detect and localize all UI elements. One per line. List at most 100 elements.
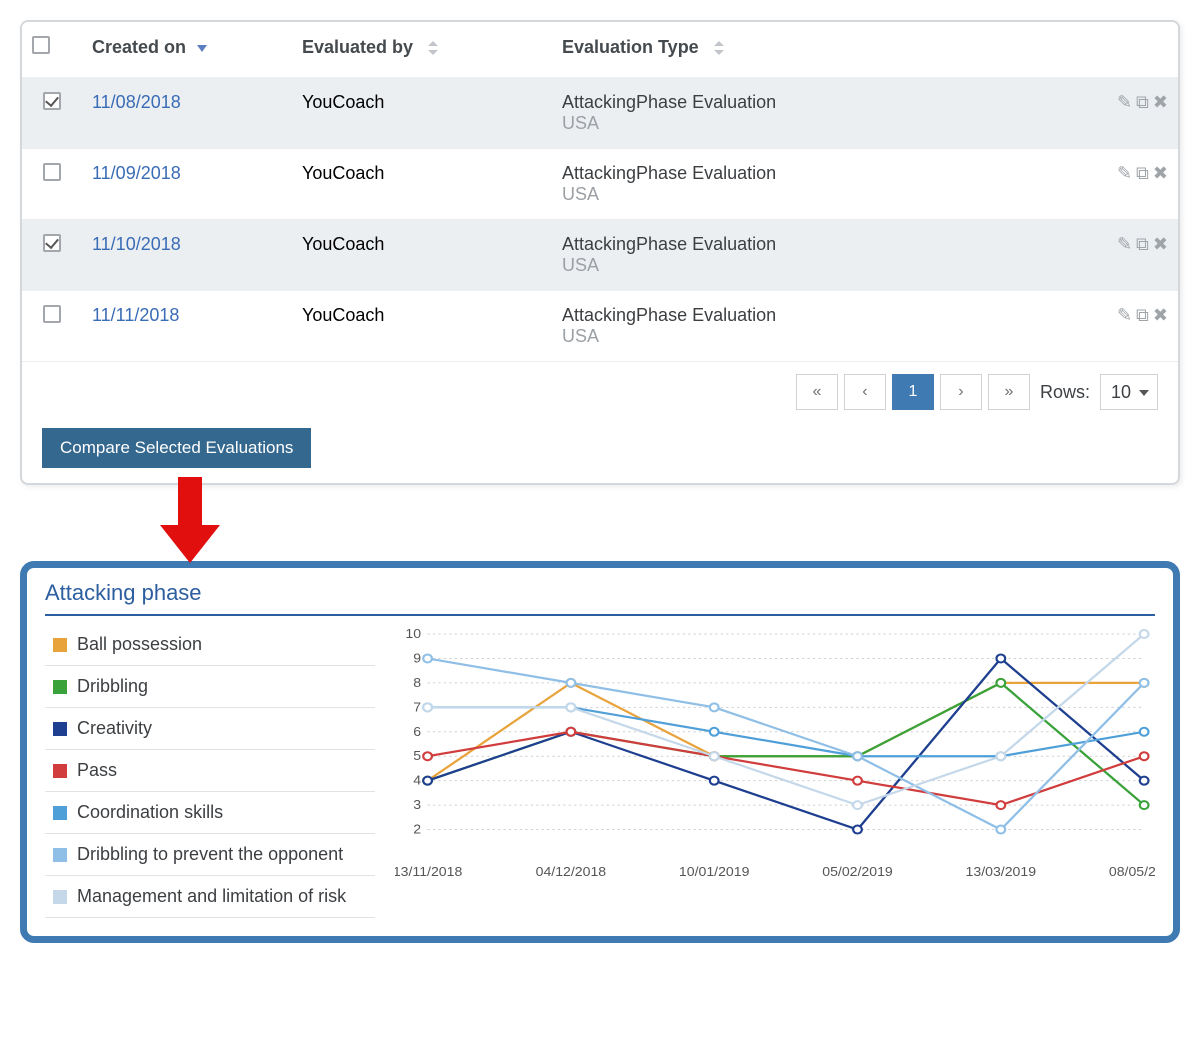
evaluated-by-value: YouCoach <box>302 305 384 325</box>
series-point <box>710 728 719 736</box>
table-row: 11/11/2018 YouCoach AttackingPhase Evaluat… <box>22 291 1178 362</box>
col-header-evaluated-by-label: Evaluated by <box>302 37 413 57</box>
row-checkbox[interactable] <box>43 234 61 252</box>
copy-icon[interactable]: ⧉ <box>1136 163 1149 184</box>
series-point <box>853 752 862 760</box>
evaluation-type-value: AttackingPhase Evaluation <box>562 305 1048 326</box>
svg-text:9: 9 <box>413 651 421 665</box>
delete-icon[interactable]: ✖ <box>1153 234 1168 255</box>
sort-both-icon <box>714 41 724 55</box>
series-point <box>1140 679 1149 687</box>
page-first-button[interactable]: « <box>796 374 838 410</box>
svg-text:04/12/2018: 04/12/2018 <box>536 865 607 879</box>
series-point <box>1140 728 1149 736</box>
created-on-link[interactable]: 11/09/2018 <box>92 163 181 183</box>
series-point <box>853 826 862 834</box>
rows-per-page-select[interactable]: 10 <box>1100 374 1158 410</box>
legend-swatch-icon <box>53 722 67 736</box>
delete-icon[interactable]: ✖ <box>1153 92 1168 113</box>
legend-swatch-icon <box>53 848 67 862</box>
series-point <box>996 679 1005 687</box>
flow-arrow-icon <box>160 485 220 565</box>
svg-text:10: 10 <box>405 627 421 641</box>
legend-item[interactable]: Dribbling to prevent the opponent <box>45 834 375 876</box>
edit-icon[interactable]: ✎ <box>1117 92 1132 113</box>
created-on-link[interactable]: 11/11/2018 <box>92 305 179 325</box>
series-point <box>1140 630 1149 638</box>
series-point <box>1140 752 1149 760</box>
col-header-evaluated-by[interactable]: Evaluated by <box>292 22 552 78</box>
select-all-checkbox[interactable] <box>32 36 50 54</box>
evaluation-type-sub: USA <box>562 326 1048 347</box>
page-last-button[interactable]: » <box>988 374 1030 410</box>
legend-swatch-icon <box>53 764 67 778</box>
chart-legend: Ball possession Dribbling Creativity Pass Co… <box>45 624 375 918</box>
legend-item[interactable]: Management and limitation of risk <box>45 876 375 918</box>
series-point <box>996 752 1005 760</box>
evaluation-type-value: AttackingPhase Evaluation <box>562 92 1048 113</box>
sort-both-icon <box>428 41 438 55</box>
legend-item[interactable]: Pass <box>45 750 375 792</box>
legend-label: Pass <box>77 760 117 781</box>
col-header-evaluation-type-label: Evaluation Type <box>562 37 699 57</box>
chart-title: Attacking phase <box>45 580 1155 616</box>
svg-text:4: 4 <box>413 773 421 787</box>
svg-text:10/01/2019: 10/01/2019 <box>679 865 750 879</box>
page-number-button[interactable]: 1 <box>892 374 934 410</box>
pagination: « ‹ 1 › » <box>796 374 1030 410</box>
svg-text:05/02/2019: 05/02/2019 <box>822 865 893 879</box>
svg-text:3: 3 <box>413 798 421 812</box>
legend-label: Dribbling <box>77 676 148 697</box>
copy-icon[interactable]: ⧉ <box>1136 305 1149 326</box>
series-point <box>996 826 1005 834</box>
page-number-label: 1 <box>909 383 918 401</box>
rows-per-page-value: 10 <box>1111 382 1131 403</box>
page-next-button[interactable]: › <box>940 374 982 410</box>
copy-icon[interactable]: ⧉ <box>1136 92 1149 113</box>
delete-icon[interactable]: ✖ <box>1153 163 1168 184</box>
svg-text:13/11/2018: 13/11/2018 <box>395 865 462 879</box>
row-checkbox[interactable] <box>43 163 61 181</box>
series-point <box>996 654 1005 662</box>
legend-label: Creativity <box>77 718 152 739</box>
series-point <box>853 777 862 785</box>
series-point <box>710 752 719 760</box>
series-point <box>1140 777 1149 785</box>
edit-icon[interactable]: ✎ <box>1117 234 1132 255</box>
col-header-created-on[interactable]: Created on <box>82 22 292 78</box>
legend-item[interactable]: Creativity <box>45 708 375 750</box>
edit-icon[interactable]: ✎ <box>1117 163 1132 184</box>
delete-icon[interactable]: ✖ <box>1153 305 1168 326</box>
legend-item[interactable]: Dribbling <box>45 666 375 708</box>
evaluated-by-value: YouCoach <box>302 234 384 254</box>
legend-label: Dribbling to prevent the opponent <box>77 844 343 865</box>
evaluation-type-sub: USA <box>562 113 1048 134</box>
svg-text:2: 2 <box>413 822 421 836</box>
series-point <box>423 752 432 760</box>
col-header-evaluation-type[interactable]: Evaluation Type <box>552 22 1058 78</box>
col-header-created-on-label: Created on <box>92 37 186 57</box>
created-on-link[interactable]: 11/10/2018 <box>92 234 181 254</box>
series-point <box>423 654 432 662</box>
legend-item[interactable]: Coordination skills <box>45 792 375 834</box>
row-checkbox[interactable] <box>43 305 61 323</box>
page-prev-button[interactable]: ‹ <box>844 374 886 410</box>
evaluation-type-sub: USA <box>562 184 1048 205</box>
svg-text:7: 7 <box>413 700 421 714</box>
series-line <box>428 634 1145 805</box>
series-point <box>567 703 576 711</box>
edit-icon[interactable]: ✎ <box>1117 305 1132 326</box>
row-checkbox[interactable] <box>43 92 61 110</box>
legend-swatch-icon <box>53 638 67 652</box>
svg-text:08/05/2019: 08/05/2019 <box>1109 865 1155 879</box>
rows-label: Rows: <box>1040 382 1090 403</box>
created-on-link[interactable]: 11/08/2018 <box>92 92 181 112</box>
compare-selected-button[interactable]: Compare Selected Evaluations <box>42 428 311 468</box>
legend-item[interactable]: Ball possession <box>45 624 375 666</box>
series-point <box>1140 801 1149 809</box>
series-point <box>567 728 576 736</box>
copy-icon[interactable]: ⧉ <box>1136 234 1149 255</box>
series-point <box>710 777 719 785</box>
series-point <box>423 777 432 785</box>
series-point <box>853 801 862 809</box>
